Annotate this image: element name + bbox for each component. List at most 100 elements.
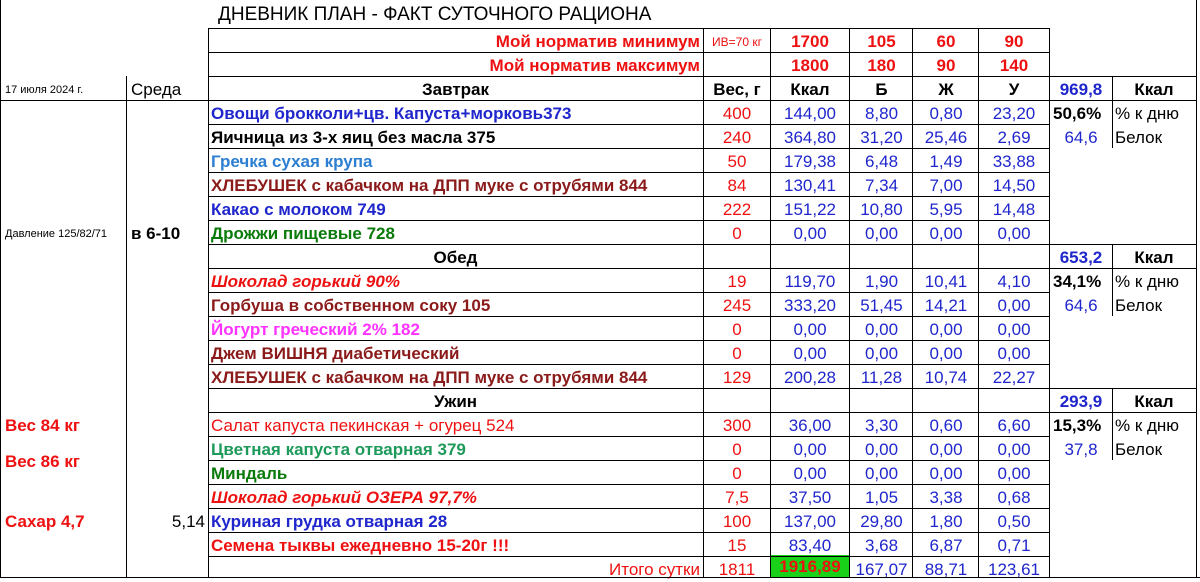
food-weight: 400 xyxy=(722,104,752,123)
breakfast-protein: 64,6 xyxy=(1064,128,1098,147)
grid-line xyxy=(208,100,1050,101)
totals-b: 167,07 xyxy=(855,560,908,579)
food-u: 22,27 xyxy=(992,368,1036,387)
grid-line xyxy=(978,28,979,578)
iv-label: ИВ=70 кг xyxy=(712,35,762,49)
norm-max-u: 140 xyxy=(999,56,1029,75)
grid-line xyxy=(208,172,1050,173)
dinner-title: Ужин xyxy=(433,392,478,411)
grid-line xyxy=(1112,388,1113,460)
lunch-protein-label: Белок xyxy=(1115,296,1163,315)
food-kcal: 200,28 xyxy=(784,368,836,387)
food-zh: 0,00 xyxy=(929,344,963,363)
food-kcal: 119,70 xyxy=(784,272,836,291)
sheet-title: ДНЕВНИК ПЛАН - ФАКТ СУТОЧНОГО РАЦИОНА xyxy=(218,4,652,25)
food-zh: 6,87 xyxy=(929,536,963,555)
breakfast-percent: 50,6% xyxy=(1053,104,1102,123)
grid-line xyxy=(208,556,1050,557)
grid-line xyxy=(703,28,704,578)
lunch-percent: 34,1% xyxy=(1053,272,1102,291)
grid-line xyxy=(0,0,1,578)
breakfast-percent-label: % к дню xyxy=(1115,104,1180,123)
spreadsheet: ДНЕВНИК ПЛАН - ФАКТ СУТОЧНОГО РАЦИОНА Мо… xyxy=(0,0,1200,579)
grid-line xyxy=(1049,28,1050,578)
food-u: 0,00 xyxy=(997,344,1031,363)
food-b: 6,48 xyxy=(864,152,899,171)
food-zh: 0,00 xyxy=(929,464,963,483)
food-name: Яичница из 3-х яиц без масла 375 xyxy=(211,128,496,147)
food-u: 33,88 xyxy=(992,152,1036,171)
food-kcal: 0,00 xyxy=(793,464,827,483)
norm-max-zh: 90 xyxy=(936,56,956,75)
food-weight: 245 xyxy=(722,296,752,315)
grid-line xyxy=(208,412,1050,413)
grid-line xyxy=(208,124,1050,125)
grid-line xyxy=(1112,76,1113,148)
grid-line xyxy=(1050,244,1196,245)
food-u: 0,00 xyxy=(997,440,1031,459)
food-b: 11,28 xyxy=(860,368,903,387)
food-weight: 222 xyxy=(722,200,752,219)
food-b: 1,05 xyxy=(864,488,899,507)
grid-line xyxy=(208,316,1050,317)
food-weight: 84 xyxy=(727,176,747,195)
food-u: 0,00 xyxy=(997,464,1031,483)
food-name: Семена тыквы ежедневно 15-20г !!! xyxy=(211,536,510,555)
grid-line xyxy=(1050,76,1196,77)
food-b: 10,80 xyxy=(860,200,903,219)
food-kcal: 333,20 xyxy=(784,296,836,315)
food-zh: 25,46 xyxy=(924,128,968,147)
food-weight: 129 xyxy=(722,368,752,387)
norm-min-zh: 60 xyxy=(936,32,956,51)
grid-line xyxy=(208,460,1050,461)
grid-line xyxy=(208,28,1050,29)
food-name: Джем ВИШНЯ диабетический xyxy=(211,344,460,363)
food-u: 14,50 xyxy=(992,176,1036,195)
food-name: Горбуша в собственном соку 105 xyxy=(211,296,491,315)
food-kcal: 0,00 xyxy=(793,344,827,363)
food-name: ХЛЕБУШЕК с кабачком на ДПП муке с отрубя… xyxy=(211,176,648,195)
food-kcal: 130,41 xyxy=(784,176,836,195)
food-kcal: 364,80 xyxy=(784,128,836,147)
food-zh: 0,00 xyxy=(929,440,963,459)
lunch-unit: Ккал xyxy=(1134,248,1174,267)
food-name: Цветная капуста отварная 379 xyxy=(211,440,466,459)
food-u: 0,71 xyxy=(997,536,1031,555)
pressure-cell: Давление 125/82/71 xyxy=(5,228,108,240)
grid-line xyxy=(1050,100,1196,101)
grid-line xyxy=(1050,268,1196,269)
food-weight: 7,5 xyxy=(725,488,749,507)
food-zh: 3,38 xyxy=(929,488,963,507)
norm-min-b: 105 xyxy=(867,32,896,51)
header-weight: Вес, г xyxy=(713,80,761,99)
dinner-unit: Ккал xyxy=(1134,392,1174,411)
food-kcal: 151,22 xyxy=(784,200,836,219)
dinner-total: 293,9 xyxy=(1059,392,1103,411)
food-name: Шоколад горький 90% xyxy=(211,272,400,291)
lunch-total: 653,2 xyxy=(1059,248,1103,267)
food-weight: 100 xyxy=(722,512,752,531)
dinner-protein: 37,8 xyxy=(1064,440,1098,459)
grid-line xyxy=(208,292,1050,293)
totals-kcal: 1916,89 xyxy=(771,555,849,578)
food-name: Куриная грудка отварная 28 xyxy=(211,512,448,531)
totals-weight: 1811 xyxy=(718,560,756,579)
food-u: 14,48 xyxy=(992,200,1036,219)
food-b: 8,80 xyxy=(864,104,899,123)
food-b: 0,00 xyxy=(864,440,899,459)
food-b: 7,34 xyxy=(864,176,899,195)
food-kcal: 37,50 xyxy=(788,488,832,507)
totals-u: 123,61 xyxy=(988,560,1040,579)
food-weight: 0 xyxy=(732,224,742,243)
food-u: 2,69 xyxy=(997,128,1031,147)
food-zh: 5,95 xyxy=(929,200,963,219)
food-zh: 0,60 xyxy=(929,416,963,435)
food-weight: 15 xyxy=(727,536,747,555)
food-weight: 0 xyxy=(732,344,742,363)
food-kcal: 0,00 xyxy=(793,440,827,459)
header-kcal: Ккал xyxy=(790,80,830,99)
grid-line xyxy=(208,220,1050,221)
food-name: Овощи брокколи+цв. Капуста+морковь373 xyxy=(211,104,572,123)
food-b: 29,80 xyxy=(860,512,903,531)
grid-line xyxy=(208,76,1050,77)
